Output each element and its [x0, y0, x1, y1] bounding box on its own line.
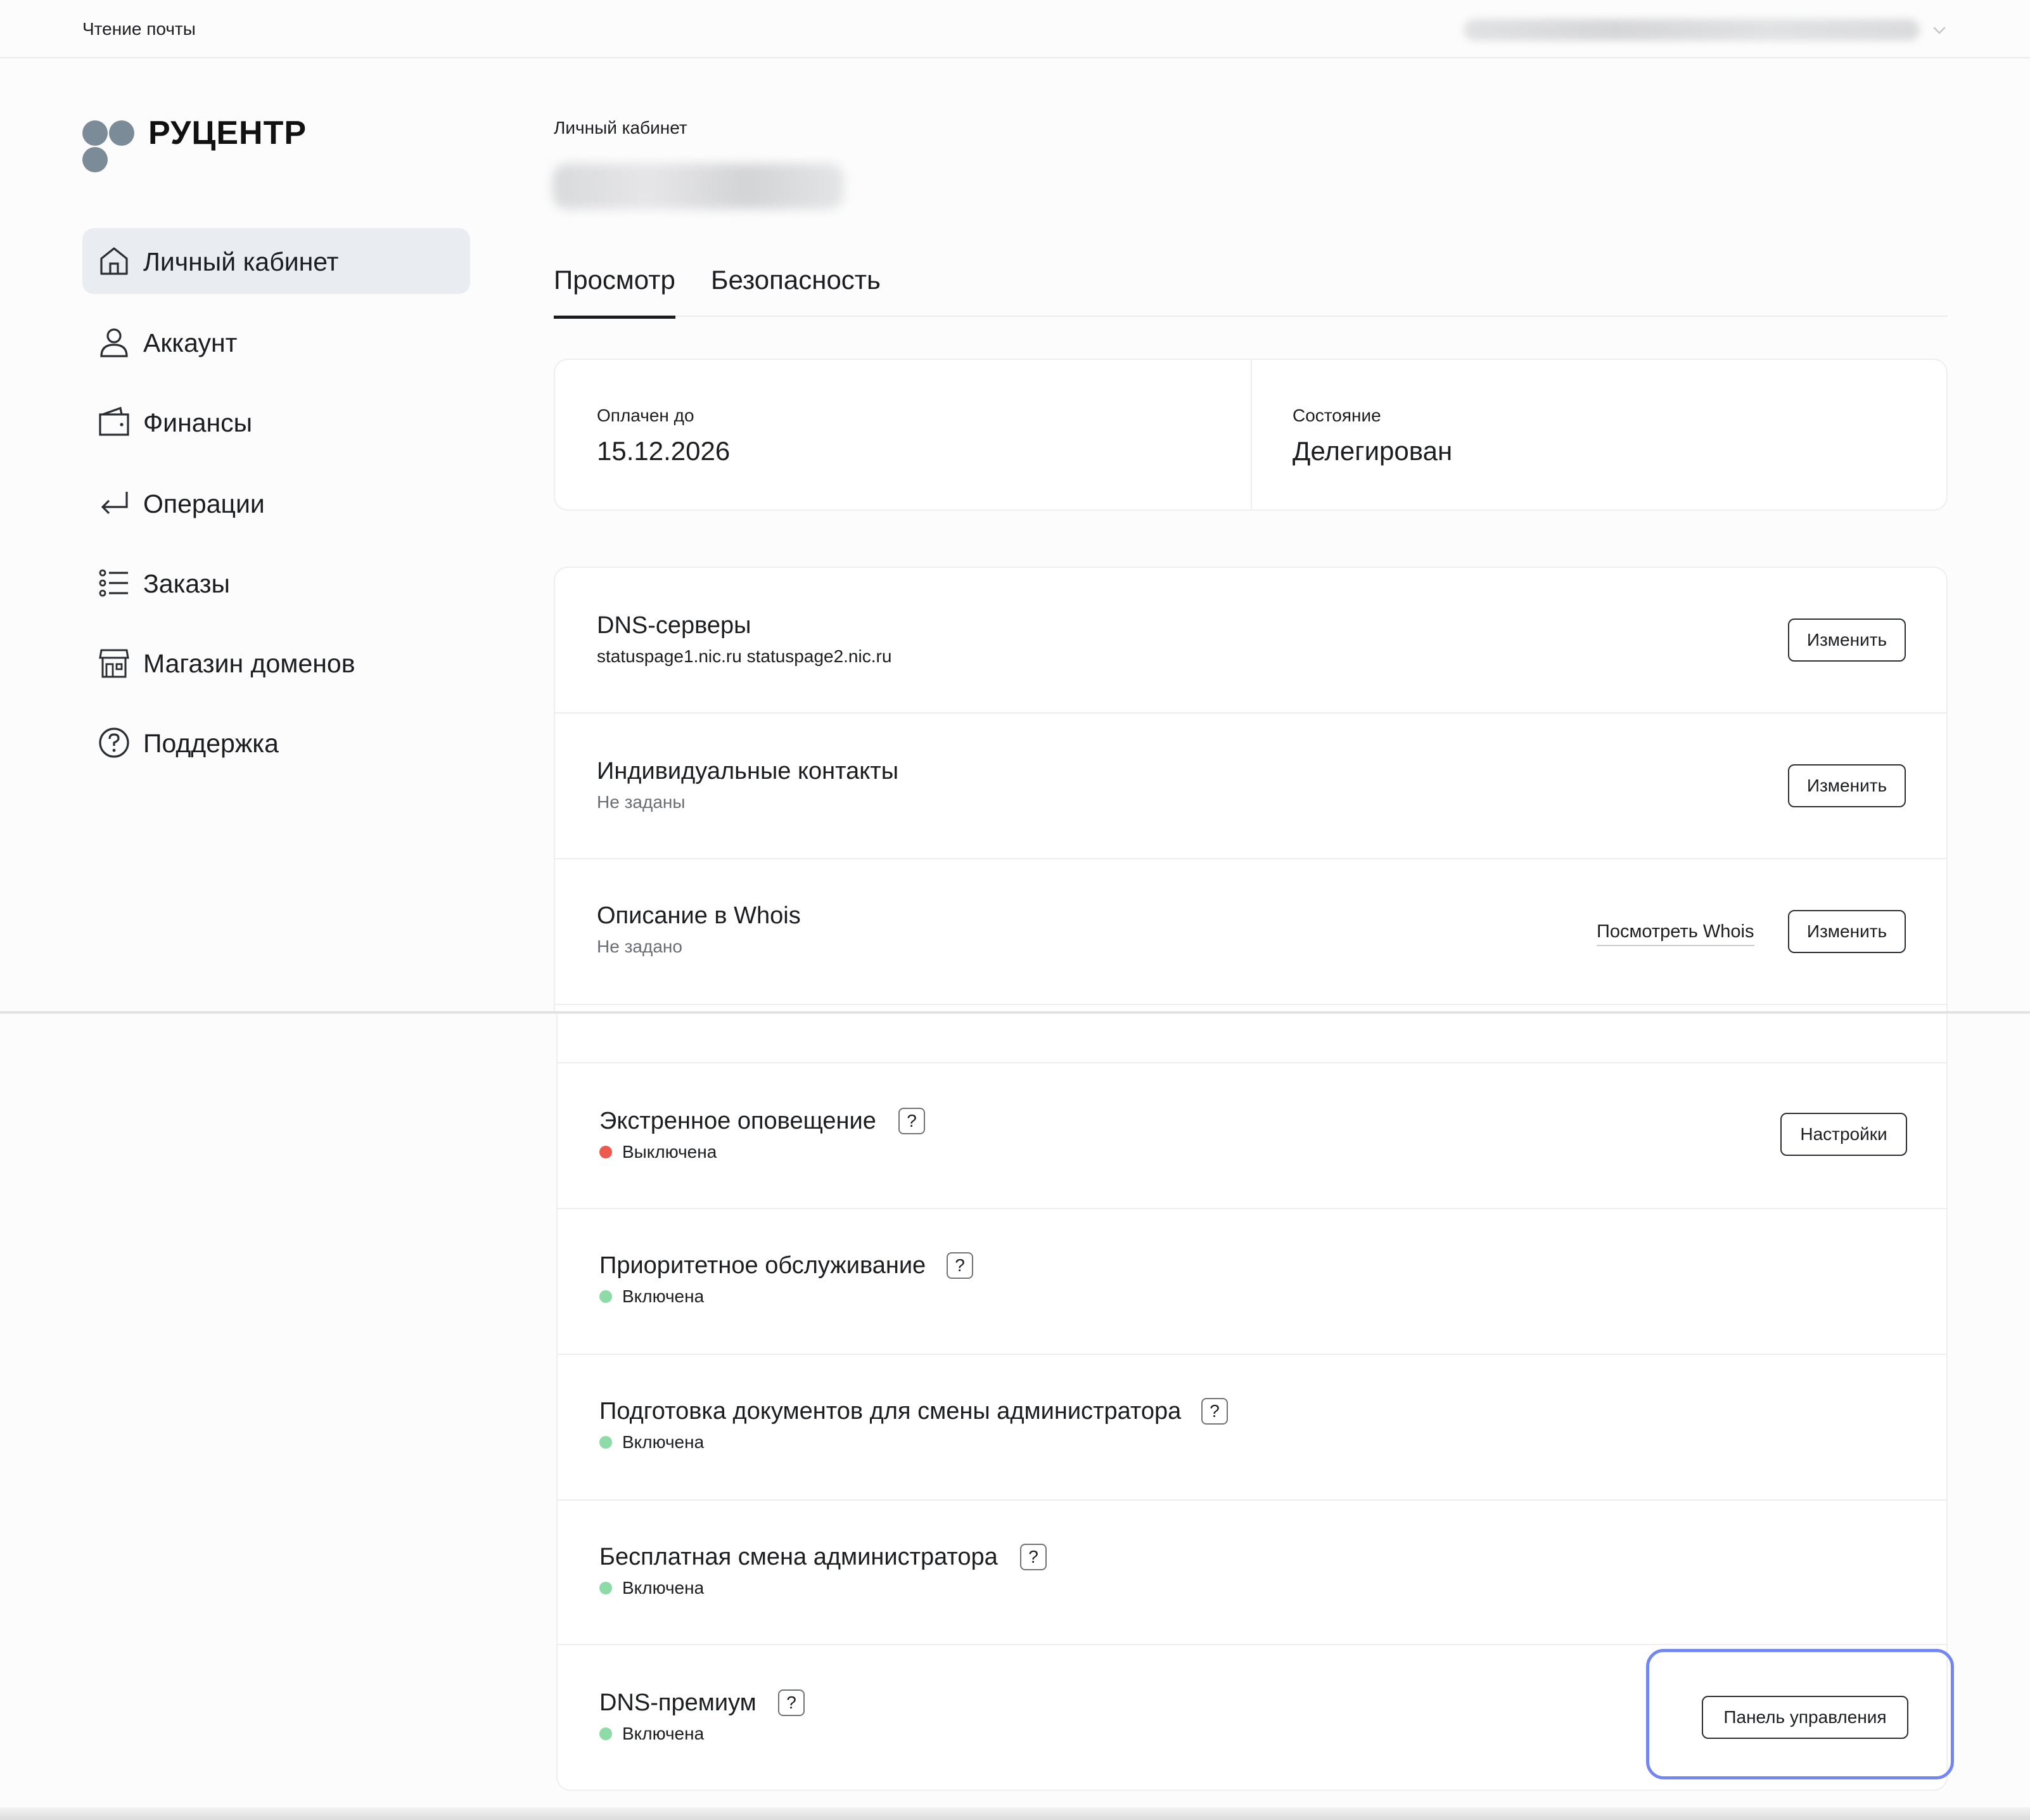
user-icon: [100, 328, 128, 357]
emergency-settings-button[interactable]: Настройки: [1780, 1113, 1907, 1156]
status-text: Выключена: [622, 1142, 717, 1162]
divider: [558, 1354, 1946, 1355]
divider: [558, 1499, 1946, 1501]
status-on-icon: [599, 1727, 612, 1740]
bottom-edge: [0, 1807, 2030, 1820]
state-value: Делегирован: [1293, 436, 1453, 466]
sidebar-item-domain-store[interactable]: Магазин доменов: [82, 630, 470, 696]
help-icon[interactable]: ?: [1201, 1398, 1228, 1425]
edit-contacts-button[interactable]: Изменить: [1788, 764, 1906, 807]
paid-until-label: Оплачен до: [597, 406, 694, 425]
wallet-icon: [99, 406, 129, 436]
whois-description-value: Не задано: [597, 937, 682, 956]
divider: [1251, 360, 1252, 509]
logo-dot: [109, 120, 134, 146]
paid-until-value: 15.12.2026: [597, 436, 731, 466]
sidebar-item-label: Поддержка: [143, 729, 279, 758]
mail-reading-link[interactable]: Чтение почты: [82, 19, 196, 39]
tab-bar: Просмотр Безопасность: [554, 261, 1948, 319]
emergency-notification-title: Экстренное оповещение: [599, 1108, 876, 1134]
divider: [555, 712, 1946, 714]
priority-service-title: Приоритетное обслуживание: [599, 1252, 926, 1279]
page-top-section: Чтение почты РУЦЕНТР Личный кабинет Акка…: [0, 0, 2030, 1014]
individual-contacts-value: Не заданы: [597, 792, 686, 812]
home-icon: [100, 247, 128, 275]
divider: [555, 1004, 1946, 1005]
domain-info-card: Оплачен до 15.12.2026 Состояние Делегиро…: [554, 359, 1948, 511]
status-badge: Выключена: [599, 1142, 717, 1162]
free-admin-change-title: Бесплатная смена администратора: [599, 1544, 998, 1570]
logo-dot: [82, 147, 108, 172]
sidebar-item-personal-cabinet[interactable]: Личный кабинет: [82, 228, 470, 294]
sidebar-item-label: Финансы: [143, 408, 253, 437]
logo[interactable]: РУЦЕНТР: [82, 115, 348, 175]
help-icon[interactable]: ?: [898, 1108, 925, 1134]
help-icon[interactable]: ?: [778, 1689, 805, 1716]
question-circle-icon: [99, 727, 129, 758]
store-icon: [99, 649, 129, 678]
domain-settings-card: DNS-серверы statuspage1.nic.ru statuspag…: [554, 567, 1948, 1014]
sidebar-item-operations[interactable]: Операции: [82, 470, 470, 536]
help-icon[interactable]: ?: [1020, 1544, 1047, 1570]
sidebar-item-label: Операции: [143, 489, 265, 518]
sidebar-item-label: Магазин доменов: [143, 649, 355, 678]
return-arrow-icon: [101, 492, 128, 515]
status-badge: Включена: [599, 1432, 704, 1452]
sidebar-item-support[interactable]: Поддержка: [82, 710, 470, 776]
page-title: [552, 163, 844, 209]
help-icon[interactable]: ?: [947, 1252, 973, 1279]
divider: [558, 1208, 1946, 1209]
dns-premium-title: DNS-премиум: [599, 1689, 756, 1716]
breadcrumb[interactable]: Личный кабинет: [554, 118, 687, 138]
dns-servers-value: statuspage1.nic.ru statuspage2.nic.ru: [597, 646, 892, 666]
status-badge: Включена: [599, 1286, 704, 1307]
dns-servers-title: DNS-серверы: [597, 612, 751, 639]
divider: [558, 1644, 1946, 1645]
view-whois-link[interactable]: Посмотреть Whois: [1597, 921, 1754, 946]
status-text: Включена: [622, 1578, 705, 1598]
divider: [555, 858, 1946, 859]
chevron-down-icon[interactable]: [1930, 20, 1949, 39]
status-on-icon: [599, 1582, 612, 1594]
status-badge: Включена: [599, 1578, 704, 1598]
whois-description-title: Описание в Whois: [597, 902, 801, 929]
logo-dot: [82, 120, 108, 146]
logo-text: РУЦЕНТР: [148, 115, 307, 151]
sidebar-item-account[interactable]: Аккаунт: [82, 309, 470, 375]
status-on-icon: [599, 1290, 612, 1303]
user-account-menu[interactable]: [1464, 19, 1920, 41]
edit-whois-button[interactable]: Изменить: [1788, 910, 1906, 953]
highlight-outline: [1646, 1649, 1954, 1779]
admin-docs-title: Подготовка документов для смены админист…: [599, 1398, 1182, 1425]
status-text: Включена: [622, 1724, 705, 1743]
edit-dns-button[interactable]: Изменить: [1788, 618, 1906, 662]
tab-security[interactable]: Безопасность: [711, 265, 881, 295]
sidebar-item-label: Заказы: [143, 569, 231, 598]
status-badge: Включена: [599, 1724, 704, 1744]
status-text: Включена: [622, 1432, 705, 1452]
tab-view[interactable]: Просмотр: [554, 265, 675, 319]
divider: [558, 1062, 1946, 1063]
individual-contacts-title: Индивидуальные контакты: [597, 758, 899, 785]
sidebar-item-finances[interactable]: Финансы: [82, 389, 470, 455]
status-text: Включена: [622, 1286, 705, 1306]
status-off-icon: [599, 1146, 612, 1158]
sidebar-item-orders[interactable]: Заказы: [82, 550, 470, 616]
state-label: Состояние: [1293, 406, 1381, 425]
sidebar-item-label: Аккаунт: [143, 328, 238, 357]
top-bar: Чтение почты: [0, 0, 2030, 58]
list-icon: [99, 569, 128, 597]
status-on-icon: [599, 1436, 612, 1449]
sidebar-item-label: Личный кабинет: [143, 247, 339, 276]
